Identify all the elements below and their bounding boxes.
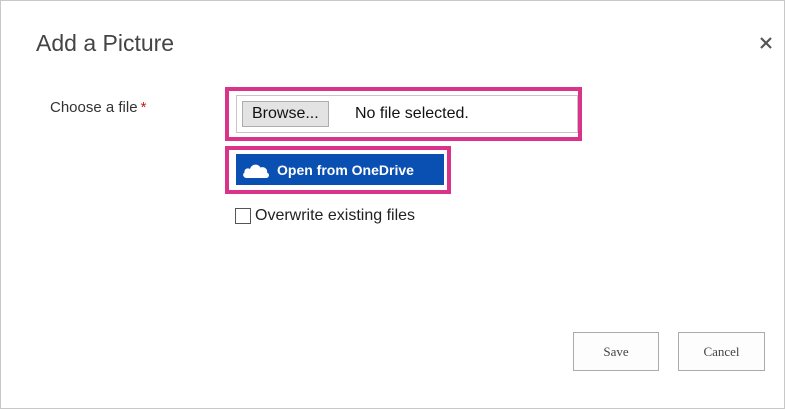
required-marker: * [140,99,147,116]
onedrive-button-label: Open from OneDrive [277,161,414,178]
browse-button[interactable]: Browse... [242,101,329,127]
overwrite-option: Overwrite existing files [235,207,415,225]
choose-file-label-text: Choose a file [50,99,138,116]
add-picture-dialog: Add a Picture Choose a file * Browse... N… [0,0,785,409]
overwrite-label: Overwrite existing files [255,207,416,224]
choose-file-label: Choose a file * [50,99,146,116]
save-button[interactable]: Save [573,332,659,371]
overwrite-checkbox[interactable] [235,208,251,224]
file-status-text: No file selected. [355,105,469,122]
close-button[interactable] [755,31,777,53]
open-from-onedrive-button[interactable]: Open from OneDrive [236,154,444,185]
file-input[interactable]: Browse... No file selected. [236,95,578,133]
dialog-title: Add a Picture [36,30,175,56]
close-icon [760,37,772,49]
cloud-icon [243,164,269,178]
cancel-button[interactable]: Cancel [678,332,765,371]
